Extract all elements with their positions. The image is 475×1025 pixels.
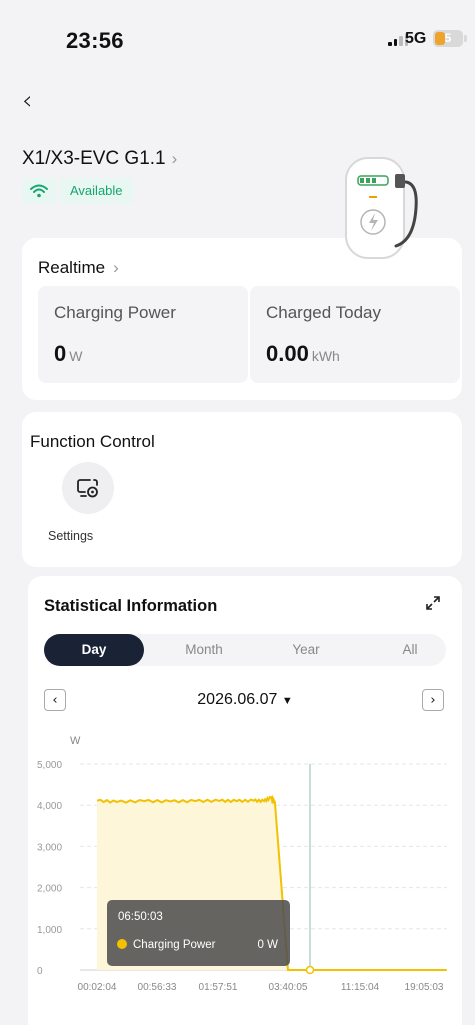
settings-icon [77,479,98,498]
status-label: Available [60,178,133,204]
expand-icon[interactable] [424,594,442,617]
wifi-icon [22,178,56,204]
settings-label: Settings [48,529,94,543]
charging-power-label: Charging Power [54,303,176,322]
settings-button[interactable] [62,462,114,514]
status-badge: Available [22,178,133,204]
chevron-right-icon: › [171,149,178,168]
y-tick-label: 3,000 [37,842,62,853]
status-time: 23:56 [66,28,124,53]
chevron-right-icon: › [113,258,119,277]
tooltip-series-dot [117,939,127,949]
y-tick-label: 0 [37,966,43,977]
date-value: 2026.06.07 [197,691,278,708]
realtime-header[interactable]: Realtime › [38,258,119,278]
cursor-point [305,965,315,975]
next-date-button[interactable]: › [422,689,444,711]
caret-down-icon: ▼ [281,695,293,707]
x-tick-label: 00:02:04 [78,982,117,993]
y-tick-label: 2,000 [37,884,62,895]
device-name: X1/X3-EVC G1.1 [22,148,166,169]
y-tick-label: 4,000 [37,801,62,812]
back-button[interactable]: ‹ [22,86,32,116]
charging-power-tile: Charging Power 0W [38,286,248,383]
tooltip-value: 0 W [258,939,279,951]
tab-month[interactable]: Month [154,634,254,666]
tab-all[interactable]: All [360,634,460,666]
tab-year[interactable]: Year [256,634,356,666]
period-tabs: Day Month Year All [44,634,446,666]
y-tick-label: 1,000 [37,925,62,936]
x-tick-label: 00:56:33 [138,982,177,993]
charged-today-value: 0.00 kWh [266,341,340,366]
battery-level: 5 [444,31,452,45]
x-tick-label: 19:05:03 [405,982,444,993]
tooltip-box [107,900,290,966]
network-type: 5G [405,30,427,47]
device-title[interactable]: X1/X3-EVC G1.1 › [22,148,177,170]
chart-tooltip: 06:50:03 Charging Power 0 W [107,900,290,966]
y-axis-unit: W [70,735,81,747]
function-control-card: Function Control Settings [22,412,462,567]
statistics-title: Statistical Information [44,597,218,615]
charged-today-tile: Charged Today 0.00 kWh [250,286,460,383]
date-selector[interactable]: 2026.06.07 ▼ [28,691,462,709]
y-tick-label: 5,000 [37,760,62,771]
tooltip-time: 06:50:03 [118,911,163,923]
battery-tip [464,35,467,42]
battery-icon: 5 [433,30,463,47]
function-control-title: Function Control [30,432,155,451]
x-tick-label: 01:57:51 [199,982,238,993]
power-chart: W 0 1,000 2,000 3,000 4,000 5,000 00:02:04 00:56… [37,735,447,993]
charging-power-value: 0W [54,341,83,366]
tooltip-series-name: Charging Power [133,939,216,951]
realtime-title: Realtime [38,258,106,277]
charged-today-label: Charged Today [266,303,381,322]
charger-device-image [336,152,436,267]
x-tick-label: 11:15:04 [341,982,380,993]
tab-day[interactable]: Day [44,634,144,666]
x-tick-label: 03:40:05 [269,982,308,993]
